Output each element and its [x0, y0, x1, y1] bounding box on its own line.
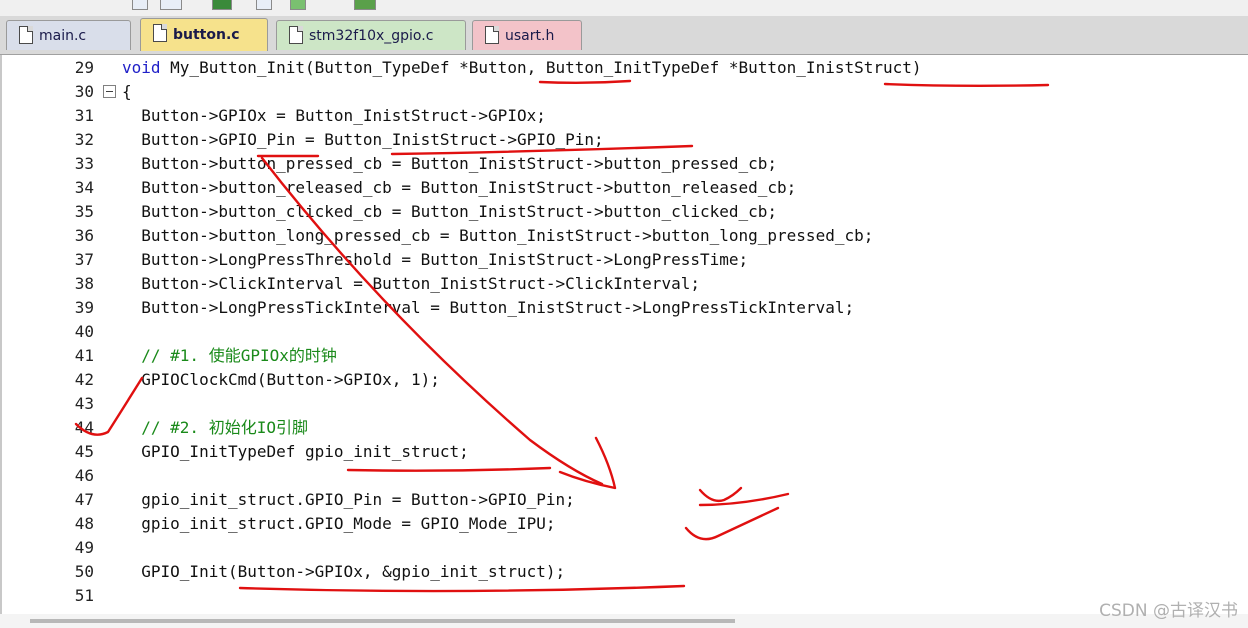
code-line: 47 gpio_init_struct.GPIO_Pin = Button->G…	[2, 488, 1242, 512]
code-line: 31 Button->GPIOx = Button_InistStruct->G…	[2, 104, 1242, 128]
line-number: 37	[74, 250, 94, 269]
line-number: 32	[74, 130, 94, 149]
code-line: 49	[2, 536, 1242, 560]
code-text: gpio_init_struct.GPIO_Mode = GPIO_Mode_I…	[122, 514, 556, 533]
scrollbar-thumb[interactable]	[30, 619, 735, 623]
line-number: 33	[74, 154, 94, 173]
tab-label: usart.h	[505, 27, 555, 44]
tab-usart-h[interactable]: usart.h	[472, 20, 582, 50]
code-line: 44 // #2. 初始化IO引脚	[2, 416, 1242, 440]
code-text: void My_Button_Init(Button_TypeDef *Butt…	[122, 56, 922, 80]
keyword: void	[122, 58, 161, 77]
code-text: GPIOClockCmd(Button->GPIOx, 1);	[122, 370, 440, 389]
toolbar-button[interactable]	[160, 0, 182, 10]
line-number: 34	[74, 178, 94, 197]
tab-label: main.c	[39, 27, 87, 44]
line-number: 48	[74, 514, 94, 533]
line-number: 50	[74, 562, 94, 581]
code-line: 43	[2, 392, 1242, 416]
code-text: Button->button_released_cb = Button_Inis…	[122, 178, 797, 197]
line-number: 36	[74, 226, 94, 245]
toolbar-button[interactable]	[132, 0, 148, 10]
watermark: CSDN @古译汉书	[1099, 601, 1238, 621]
code-text: Button->button_long_pressed_cb = Button_…	[122, 226, 874, 245]
line-number: 47	[74, 490, 94, 509]
code-text: Button->ClickInterval = Button_InistStru…	[122, 274, 700, 293]
toolbar-button[interactable]	[354, 0, 376, 10]
line-number: 31	[74, 106, 94, 125]
line-number: 30	[74, 82, 94, 101]
code-text: Button->button_clicked_cb = Button_Inist…	[122, 202, 778, 221]
code-line: 35 Button->button_clicked_cb = Button_In…	[2, 200, 1242, 224]
tab-label: stm32f10x_gpio.c	[309, 27, 434, 44]
code-editor[interactable]: 29 void My_Button_Init(Button_TypeDef *Bu…	[0, 55, 1248, 628]
code-line: 32 Button->GPIO_Pin = Button_InistStruct…	[2, 128, 1242, 152]
tab-stm32f10x-gpio-c[interactable]: stm32f10x_gpio.c	[276, 20, 466, 50]
code-line: 41 // #1. 使能GPIOx的时钟	[2, 344, 1242, 368]
code-text: // #1. 使能GPIOx的时钟	[122, 346, 337, 365]
code-line: 37 Button->LongPressThreshold = Button_I…	[2, 248, 1242, 272]
code-line: 45 GPIO_InitTypeDef gpio_init_struct;	[2, 440, 1242, 464]
code-rest: My_Button_Init(Button_TypeDef *Button, B…	[160, 58, 922, 77]
code-line: 36 Button->button_long_pressed_cb = Butt…	[2, 224, 1242, 248]
code-line: 38 Button->ClickInterval = Button_InistS…	[2, 272, 1242, 296]
line-number: 35	[74, 202, 94, 221]
code-text: GPIO_InitTypeDef gpio_init_struct;	[122, 442, 469, 461]
code-line: 39 Button->LongPressTickInterval = Butto…	[2, 296, 1242, 320]
line-number: 51	[74, 586, 94, 605]
toolbar-button[interactable]	[290, 0, 306, 10]
tab-label: button.c	[173, 27, 240, 43]
code-line: 29 void My_Button_Init(Button_TypeDef *Bu…	[2, 56, 1242, 80]
tab-button-c[interactable]: button.c	[140, 18, 268, 51]
line-number: 38	[74, 274, 94, 293]
code-text: Button->GPIOx = Button_InistStruct->GPIO…	[122, 106, 546, 125]
file-icon	[289, 26, 303, 44]
file-tab-bar: main.c button.c stm32f10x_gpio.c usart.h	[0, 16, 1248, 55]
code-line: 34 Button->button_released_cb = Button_I…	[2, 176, 1242, 200]
tab-main-c[interactable]: main.c	[6, 20, 131, 50]
code-line: 50 GPIO_Init(Button->GPIOx, &gpio_init_s…	[2, 560, 1242, 584]
toolbar-button[interactable]	[212, 0, 232, 10]
code-text: GPIO_Init(Button->GPIOx, &gpio_init_stru…	[122, 562, 566, 581]
file-icon	[485, 26, 499, 44]
toolbar-button[interactable]	[256, 0, 272, 10]
file-icon	[19, 26, 33, 44]
code-text: {	[122, 82, 132, 101]
code-text: Button->LongPressThreshold = Button_Inis…	[122, 250, 749, 269]
toolbar	[0, 0, 1248, 16]
file-icon	[153, 24, 167, 42]
fold-toggle-icon[interactable]	[103, 85, 116, 98]
line-number: 44	[74, 418, 94, 437]
code-line: 42 GPIOClockCmd(Button->GPIOx, 1);	[2, 368, 1242, 392]
code-line: 46	[2, 464, 1242, 488]
code-text: // #2. 初始化IO引脚	[122, 418, 308, 437]
line-number: 43	[74, 394, 94, 413]
line-number: 49	[74, 538, 94, 557]
line-number: 29	[74, 58, 94, 77]
code-text: Button->LongPressTickInterval = Button_I…	[122, 298, 855, 317]
code-line: 33 Button->button_pressed_cb = Button_In…	[2, 152, 1242, 176]
line-number: 46	[74, 466, 94, 485]
code-line: 40	[2, 320, 1242, 344]
code-text: Button->GPIO_Pin = Button_InistStruct->G…	[122, 130, 604, 149]
line-number: 42	[74, 370, 94, 389]
line-number: 41	[74, 346, 94, 365]
code-text: gpio_init_struct.GPIO_Pin = Button->GPIO…	[122, 490, 575, 509]
code-line: 30 {	[2, 80, 1242, 104]
code-line: 51	[2, 584, 1242, 608]
line-number: 40	[74, 322, 94, 341]
line-number: 39	[74, 298, 94, 317]
code-line: 48 gpio_init_struct.GPIO_Mode = GPIO_Mod…	[2, 512, 1242, 536]
code-text: Button->button_pressed_cb = Button_Inist…	[122, 154, 778, 173]
line-number: 45	[74, 442, 94, 461]
